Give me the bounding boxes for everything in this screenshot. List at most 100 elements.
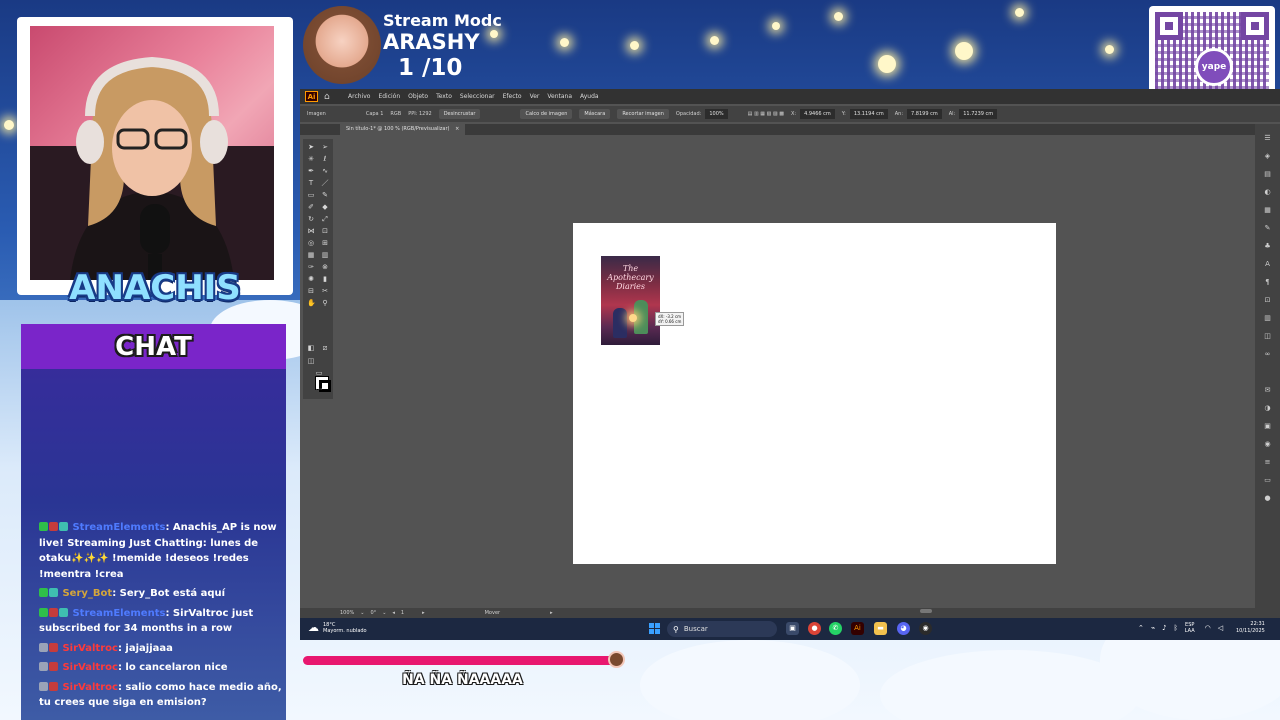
whatsapp-icon[interactable]: ✆ <box>829 622 842 635</box>
rotation-field[interactable]: 0° <box>371 610 377 616</box>
menu-ventana[interactable]: Ventana <box>547 93 572 100</box>
symbol-sprayer-tool-icon[interactable]: ✺ <box>307 275 315 283</box>
magic-wand-tool-icon[interactable]: ✳ <box>307 155 315 163</box>
zoom-level[interactable]: 100% <box>340 610 354 616</box>
properties-panel-icon[interactable]: ☰ <box>1263 134 1272 143</box>
paragraph-panel-icon[interactable]: ¶ <box>1263 278 1272 287</box>
document-tab[interactable]: Sin título-1* @ 100 % (RGB/Previsualizar… <box>340 124 466 135</box>
align-panel-icon[interactable]: ▥ <box>1263 314 1272 323</box>
chat-username[interactable]: StreamElements <box>72 608 165 619</box>
blend-tool-icon[interactable]: ⊗ <box>321 263 329 271</box>
wifi-icon[interactable]: ◠ <box>1205 624 1211 632</box>
selection-tool-icon[interactable]: ➤ <box>307 143 315 151</box>
rotate-tool-icon[interactable]: ↻ <box>307 215 315 223</box>
rectangle-tool-icon[interactable]: ▭ <box>307 191 315 199</box>
menu-seleccionar[interactable]: Seleccionar <box>460 93 495 100</box>
none-color-icon[interactable]: ⧄ <box>321 344 329 352</box>
links-panel-icon[interactable]: ∞ <box>1263 350 1272 359</box>
y-field[interactable]: 13.1194 cm <box>849 109 888 119</box>
menu-edicion[interactable]: Edición <box>378 93 400 100</box>
chevron-up-icon[interactable]: ⌃ <box>1138 624 1144 632</box>
eraser-tool-icon[interactable]: ◆ <box>321 203 329 211</box>
hand-tool-icon[interactable]: ✋ <box>307 299 316 307</box>
mask-button[interactable]: Máscara <box>579 109 611 119</box>
menu-archivo[interactable]: Archivo <box>348 93 370 100</box>
mesh-tool-icon[interactable]: ▦ <box>307 251 315 259</box>
taskbar-search[interactable]: ⚲ Buscar <box>667 621 777 637</box>
unembed-button[interactable]: Desincrustar <box>438 109 481 119</box>
chat-username[interactable]: Sery_Bot <box>62 588 112 599</box>
illustrator-taskbar-icon[interactable]: Ai <box>851 622 864 635</box>
transparency-panel-icon[interactable]: ◑ <box>1263 404 1272 413</box>
navigator-panel-icon[interactable]: ● <box>1263 494 1272 503</box>
graph-tool-icon[interactable]: ▮ <box>321 275 329 283</box>
menu-efecto[interactable]: Efecto <box>503 93 522 100</box>
pen-tool-icon[interactable]: ✒ <box>307 167 315 175</box>
volume-icon[interactable]: ◁ <box>1218 624 1223 632</box>
free-transform-tool-icon[interactable]: ⊡ <box>321 227 329 235</box>
bluetooth-icon[interactable]: ᛒ <box>1174 624 1178 632</box>
chat-username[interactable]: SirValtroc <box>62 662 117 673</box>
type-tool-icon[interactable]: T <box>307 179 315 187</box>
menu-texto[interactable]: Texto <box>436 93 452 100</box>
shape-builder-tool-icon[interactable]: ◎ <box>307 239 315 247</box>
artboard[interactable]: The Apothecary Diaries dX: -3.2 cm dY: 0… <box>573 223 1056 564</box>
artboard-nav-next-icon[interactable]: ▸ <box>422 610 425 616</box>
appearance-panel-icon[interactable]: ▣ <box>1263 422 1272 431</box>
task-view-icon[interactable]: ▣ <box>786 622 799 635</box>
more-tools-icon[interactable]: ⋯ <box>315 385 323 393</box>
comments-panel-icon[interactable]: ✉ <box>1263 386 1272 395</box>
windows-start-icon[interactable] <box>649 623 660 634</box>
chevron-down-icon[interactable]: ⌄ <box>382 610 386 616</box>
perspective-grid-tool-icon[interactable]: ⊞ <box>321 239 329 247</box>
input-language[interactable]: ESP LAA <box>1185 622 1195 634</box>
opacity-field[interactable]: 100% <box>705 109 728 119</box>
chat-username[interactable]: SirValtroc <box>62 643 117 654</box>
color-panel-icon[interactable]: ◐ <box>1263 188 1272 197</box>
artboard-nav-prev-icon[interactable]: ◂ <box>392 610 395 616</box>
transform-panel-icon[interactable]: ⊡ <box>1263 296 1272 305</box>
image-trace-button[interactable]: Calco de imagen <box>520 109 573 119</box>
gradient-tool-icon[interactable]: ▥ <box>321 251 329 259</box>
default-colors-icon[interactable]: ◧ <box>307 344 315 352</box>
home-icon[interactable]: ⌂ <box>324 92 334 102</box>
chat-username[interactable]: SirValtroc <box>62 682 117 693</box>
screen-mode-icon[interactable]: ▭ <box>315 369 323 377</box>
discord-icon[interactable]: ◕ <box>897 622 910 635</box>
system-clock[interactable]: 22:31 10/11/2025 <box>1236 621 1265 635</box>
crop-image-button[interactable]: Recortar imagen <box>617 109 669 119</box>
shaper-tool-icon[interactable]: ✐ <box>307 203 315 211</box>
menu-ayuda[interactable]: Ayuda <box>580 93 599 100</box>
file-explorer-icon[interactable]: ▬ <box>874 622 887 635</box>
chat-username[interactable]: StreamElements <box>72 522 165 533</box>
slice-tool-icon[interactable]: ✂ <box>321 287 329 295</box>
scale-tool-icon[interactable]: ⤢ <box>321 215 329 223</box>
character-panel-icon[interactable]: A <box>1263 260 1272 269</box>
placed-image-book-cover[interactable]: The Apothecary Diaries <box>601 256 660 345</box>
layers-panel-icon[interactable]: ◈ <box>1263 152 1272 161</box>
weather-widget[interactable]: ☁ 18°C Mayorm. nublado <box>308 621 367 634</box>
direct-selection-tool-icon[interactable]: ➢ <box>321 143 329 151</box>
curvature-tool-icon[interactable]: ∿ <box>321 167 329 175</box>
close-icon[interactable]: × <box>455 126 459 132</box>
obs-icon[interactable]: ◉ <box>919 622 932 635</box>
zoom-tool-icon[interactable]: ⚲ <box>321 299 329 307</box>
width-field[interactable]: 7.8199 cm <box>907 109 942 119</box>
brushes-panel-icon[interactable]: ✎ <box>1263 224 1272 233</box>
libraries-panel-icon[interactable]: ▤ <box>1263 170 1272 179</box>
draw-mode-icon[interactable]: ◫ <box>307 357 315 365</box>
symbols-panel-icon[interactable]: ♣ <box>1263 242 1272 251</box>
align-icons[interactable]: ▤ ▥ ▦ ▧ ▨ ▩ <box>748 111 784 117</box>
gradient-panel-icon[interactable]: ▭ <box>1263 476 1272 485</box>
width-tool-icon[interactable]: ⋈ <box>307 227 315 235</box>
paintbrush-tool-icon[interactable]: ✎ <box>321 191 329 199</box>
lasso-tool-icon[interactable]: ℓ <box>321 155 329 163</box>
horizontal-scrollbar[interactable] <box>920 609 932 613</box>
artboard-number[interactable]: 1 <box>401 610 404 616</box>
artboard-tool-icon[interactable]: ⊟ <box>307 287 315 295</box>
height-field[interactable]: 11.7239 cm <box>959 109 998 119</box>
graphic-styles-panel-icon[interactable]: ◉ <box>1263 440 1272 449</box>
network-icon[interactable]: ⌁ <box>1151 624 1155 632</box>
line-tool-icon[interactable]: ／ <box>321 179 329 187</box>
microphone-icon[interactable]: ♪ <box>1162 624 1166 632</box>
